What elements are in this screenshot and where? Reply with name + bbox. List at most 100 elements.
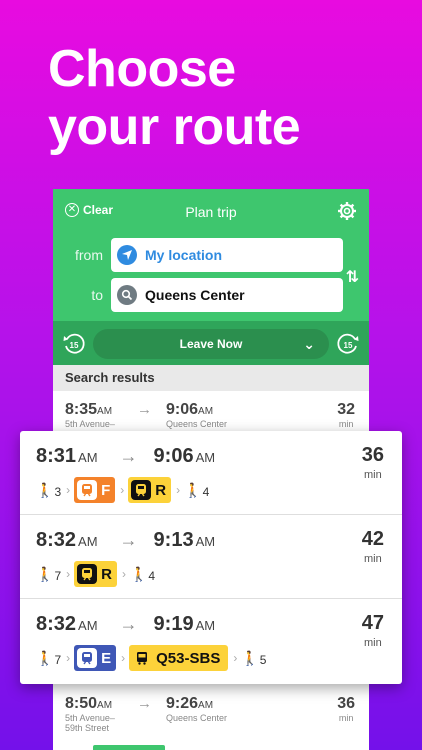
route-times: 8:31 AM → 9:06 AM xyxy=(36,445,215,468)
duration-unit: min xyxy=(338,419,354,429)
duration: 47 min xyxy=(362,613,384,651)
search-results-heading: Search results xyxy=(53,365,369,391)
subway-icon xyxy=(77,480,98,500)
arrow-right-icon: → xyxy=(137,401,152,418)
to-value: Queens Center xyxy=(145,287,245,303)
route-times: 8:32 AM → 9:13 AM xyxy=(36,529,215,552)
departure-ampm: AM xyxy=(78,534,98,549)
leave-now-label: Leave Now xyxy=(179,337,243,351)
from-field[interactable]: My location xyxy=(111,238,343,272)
duration: 32 min xyxy=(337,401,355,429)
duration-value: 36 xyxy=(361,444,384,466)
skip-forward-label: 15 xyxy=(344,341,353,350)
leave-time-bar: 15 Leave Now ⌄ 15 xyxy=(53,321,369,365)
route-indicator xyxy=(93,745,165,750)
departure-time: 8:31 xyxy=(36,445,77,467)
skip-forward-icon[interactable]: 15 xyxy=(335,331,361,357)
route-option[interactable]: 8:32 AM → 9:13 AM 42 min 🚶 7 › R › 🚶 4 xyxy=(20,515,402,599)
top-bar: ✕ Clear Plan trip xyxy=(65,201,357,223)
departure: 8:32 AM xyxy=(36,529,98,552)
step-separator: › xyxy=(66,567,71,581)
arrival-ampm: AM xyxy=(198,700,214,711)
duration: 42 min xyxy=(362,529,384,567)
arrival-time: 9:13 xyxy=(153,529,194,551)
walk-icon: 🚶 xyxy=(241,649,259,666)
route-times: 8:32 AM → 9:19 AM xyxy=(36,613,215,636)
route-options-card: 8:31 AM → 9:06 AM 36 min 🚶 3 › F › R › 🚶 4 xyxy=(20,431,402,684)
departure-ampm: AM xyxy=(78,450,98,465)
walk-minutes: 3 xyxy=(54,484,62,499)
duration-unit: min xyxy=(364,637,382,649)
duration: 36 min xyxy=(337,695,355,723)
chevron-down-icon: ⌄ xyxy=(303,336,315,352)
swap-icon[interactable]: ⇅ xyxy=(346,267,359,287)
arrival: 9:06 AM xyxy=(154,445,216,468)
arrival-time: 9:06 xyxy=(166,401,199,418)
from-value: My location xyxy=(145,247,223,263)
step-separator: › xyxy=(233,651,238,665)
arrival-ampm: AM xyxy=(195,534,216,549)
leave-now-dropdown[interactable]: Leave Now ⌄ xyxy=(93,329,329,359)
walk-icon: 🚶 xyxy=(36,649,54,666)
duration: 36 min xyxy=(362,445,384,483)
line-name: Q53-SBS xyxy=(156,649,221,667)
arrival-station: Queens Center xyxy=(166,713,228,723)
subway-icon xyxy=(131,480,152,500)
duration-unit: min xyxy=(364,553,382,565)
subway-line-badge: R xyxy=(128,477,172,503)
departure-time: 8:32 xyxy=(36,613,77,635)
departure-station: 5th Avenue– xyxy=(65,713,115,723)
duration-unit: min xyxy=(338,713,354,723)
arrival-ampm: AM xyxy=(195,618,216,633)
headline: Choose your route xyxy=(48,40,301,156)
departure-station: 5th Avenue– xyxy=(65,419,115,429)
walk-minutes: 4 xyxy=(202,484,210,499)
route-steps: 🚶 7 › E › Q53-SBS › 🚶 5 xyxy=(36,645,269,671)
walk-minutes: 4 xyxy=(148,568,156,583)
arrival-station: Queens Center xyxy=(166,419,228,429)
to-field[interactable]: Queens Center xyxy=(111,278,343,312)
subway-icon xyxy=(77,648,98,668)
to-row: to Queens Center xyxy=(65,278,357,312)
departure-time: 8:50 xyxy=(65,695,98,712)
search-icon xyxy=(117,285,137,305)
from-label: from xyxy=(75,247,103,263)
result-row[interactable]: 8:50AM 5th Avenue– 59th Street → 9:26AM … xyxy=(53,689,369,750)
arrow-right-icon: → xyxy=(119,614,138,634)
walk-icon: 🚶 xyxy=(36,565,54,582)
headline-line-2: your route xyxy=(48,98,301,156)
departure: 8:32 AM xyxy=(36,613,98,636)
line-name: F xyxy=(101,481,111,499)
arrival-time: 9:06 xyxy=(153,445,194,467)
step-separator: › xyxy=(66,483,71,497)
walk-step: 🚶 3 xyxy=(36,482,61,499)
walk-minutes: 5 xyxy=(259,652,267,667)
arrival: 9:19 AM xyxy=(154,613,216,636)
route-steps: 🚶 3 › F › R › 🚶 4 xyxy=(36,477,212,503)
skip-back-icon[interactable]: 15 xyxy=(61,331,87,357)
subway-line-badge: E xyxy=(74,645,117,671)
route-option[interactable]: 8:32 AM → 9:19 AM 47 min 🚶 7 › E › Q53-SBS … xyxy=(20,599,402,683)
duration-value: 32 xyxy=(337,401,355,418)
walk-minutes: 7 xyxy=(54,568,62,583)
arrow-right-icon: → xyxy=(137,695,152,712)
step-separator: › xyxy=(121,651,126,665)
departure-block: 8:50AM 5th Avenue– 59th Street xyxy=(65,695,115,733)
gear-icon[interactable] xyxy=(337,201,357,221)
subway-icon xyxy=(77,564,98,584)
arrow-right-icon: → xyxy=(119,446,138,466)
arrival-time: 9:19 xyxy=(153,613,194,635)
departure-ampm: AM xyxy=(97,406,113,417)
route-steps: 🚶 7 › R › 🚶 4 xyxy=(36,561,158,587)
duration-value: 42 xyxy=(361,528,384,550)
bus-line-badge: Q53-SBS xyxy=(129,645,229,671)
route-option[interactable]: 8:31 AM → 9:06 AM 36 min 🚶 3 › F › R › 🚶 4 xyxy=(20,431,402,515)
arrival-block: 9:06AM Queens Center xyxy=(166,401,227,429)
arrival-ampm: AM xyxy=(198,406,214,417)
departure-time: 8:32 xyxy=(36,529,77,551)
arrival-block: 9:26AM Queens Center xyxy=(166,695,227,723)
subway-line-badge: R xyxy=(74,561,117,587)
from-row: from My location xyxy=(65,238,357,272)
walk-step: 🚶 4 xyxy=(130,566,155,583)
arrival: 9:13 AM xyxy=(154,529,216,552)
